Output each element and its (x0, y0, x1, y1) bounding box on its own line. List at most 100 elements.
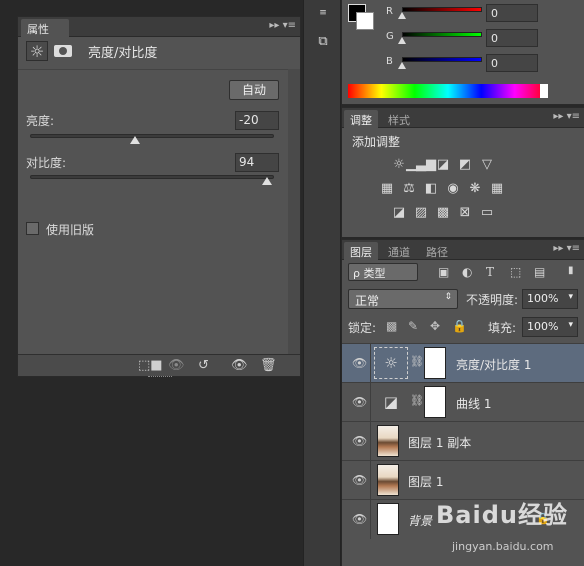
posterize-icon[interactable]: ▨ (412, 204, 430, 220)
reset-icon[interactable]: ↺ (198, 358, 209, 373)
gradient-map-icon[interactable]: ▭ (478, 204, 496, 220)
trash-icon[interactable]: 🗑 (260, 358, 277, 373)
layer-mask-thumbnail[interactable] (424, 347, 446, 379)
contrast-slider-thumb[interactable] (261, 177, 272, 185)
layer-row[interactable]: 👁 ◪ ⛓ 曲线 1 (342, 382, 584, 422)
channel-r-field[interactable]: 0 (486, 4, 538, 22)
properties-scrollbar[interactable] (288, 69, 300, 354)
channel-mixer-icon[interactable]: ❋ (466, 180, 484, 196)
properties-header: ☼ 亮度/对比度 (26, 40, 157, 62)
color-lookup-icon[interactable]: ▦ (488, 180, 506, 196)
channel-g-field[interactable]: 0 (486, 29, 538, 47)
layer-name[interactable]: 背景 (408, 512, 432, 529)
channel-g-label: G (386, 31, 394, 42)
layer-mask-thumbnail[interactable] (424, 386, 446, 418)
contrast-slider[interactable] (30, 175, 274, 179)
lock-image-icon[interactable]: ✎ (408, 319, 418, 333)
lock-label: 锁定: (348, 321, 377, 335)
layer-name[interactable]: 曲线 1 (456, 395, 491, 412)
layer-thumbnail[interactable] (377, 425, 399, 457)
layer-name[interactable]: 图层 1 (408, 473, 443, 490)
filter-toggle-icon[interactable]: ▮ (568, 265, 574, 276)
filter-kind-select[interactable]: ρ 类型 (348, 263, 418, 281)
fill-value: 100% (527, 320, 559, 333)
layer-name[interactable]: 亮度/对比度 1 (456, 356, 532, 373)
black-white-icon[interactable]: ◧ (422, 180, 440, 196)
layer-row[interactable]: 👁 图层 1 副本 (342, 421, 584, 461)
eye-icon[interactable]: 👁 (352, 356, 367, 370)
color-spectrum[interactable] (348, 84, 548, 98)
selective-color-icon[interactable]: ⊠ (456, 204, 474, 220)
channel-b-slider[interactable] (402, 57, 482, 62)
tab-styles[interactable]: 样式 (382, 110, 416, 128)
layer-row[interactable]: 👁 ☼ ⛓ 亮度/对比度 1 (342, 343, 584, 383)
shape-filter-icon[interactable]: ⬚ (510, 265, 521, 279)
hue-saturation-icon[interactable]: ▦ (378, 180, 396, 196)
adjustment-filter-icon[interactable]: ◐ (462, 265, 472, 279)
brightness-contrast-icon[interactable]: ☼ (374, 347, 408, 379)
spectrum-white-black[interactable] (540, 84, 548, 98)
color-balance-icon[interactable]: ⚖ (400, 180, 418, 196)
eye-icon[interactable]: 👁 (352, 395, 367, 409)
curves-icon[interactable]: ◪ (434, 156, 452, 172)
dock-3d-icon[interactable]: ⧉ (310, 30, 336, 52)
opacity-label: 不透明度: (466, 293, 519, 307)
tab-properties[interactable]: 属性 (21, 19, 69, 37)
visibility-icon[interactable]: 👁 (231, 358, 248, 373)
layer-name[interactable]: 图层 1 副本 (408, 434, 471, 451)
mask-icon[interactable] (54, 45, 72, 57)
dock-grip-icon[interactable]: ≡ (310, 2, 336, 24)
layers-tabs: 图层 通道 路径 ▸▸ ▾≡ (342, 240, 584, 260)
chevron-down-icon[interactable]: ▾ (568, 292, 573, 302)
eye-icon[interactable]: 👁 (352, 473, 367, 487)
channel-b-field[interactable]: 0 (486, 54, 538, 72)
chevron-down-icon[interactable]: ▾ (568, 320, 573, 330)
panel-menu-icon[interactable]: ▸▸ ▾≡ (553, 243, 580, 254)
background-color-swatch[interactable] (356, 12, 374, 30)
brightness-slider-thumb[interactable] (129, 136, 140, 144)
eye-icon[interactable]: 👁 (352, 512, 367, 526)
layer-row[interactable]: 👁 图层 1 (342, 460, 584, 500)
clip-to-layer-icon[interactable]: ⬚■ (138, 358, 163, 373)
link-icon[interactable]: ⛓ (410, 355, 424, 368)
smart-object-filter-icon[interactable]: ▤ (534, 265, 545, 279)
vibrance-icon[interactable]: ▽ (478, 156, 496, 172)
opacity-field[interactable]: 100% ▾ (522, 289, 578, 309)
lock-all-icon[interactable]: 🔒 (452, 319, 467, 333)
channel-b-thumb[interactable] (398, 62, 406, 69)
panel-menu-icon[interactable]: ▸▸ ▾≡ (553, 111, 580, 122)
photo-filter-icon[interactable]: ◉ (444, 180, 462, 196)
threshold-icon[interactable]: ▩ (434, 204, 452, 220)
auto-button[interactable]: 自动 (229, 80, 279, 100)
legacy-checkbox[interactable] (26, 222, 39, 235)
lock-position-icon[interactable]: ✥ (430, 319, 440, 333)
tab-layers[interactable]: 图层 (344, 242, 378, 260)
channel-g-slider[interactable] (402, 32, 482, 37)
panel-menu-icon[interactable]: ▸▸ ▾≡ (269, 20, 296, 31)
levels-icon[interactable]: ▁▃▆ (406, 156, 436, 172)
channel-r-thumb[interactable] (398, 12, 406, 19)
blend-mode-select[interactable]: 正常 ⇕ (348, 289, 458, 309)
invert-icon[interactable]: ◪ (390, 204, 408, 220)
view-previous-icon[interactable]: 👁 (168, 358, 185, 373)
curves-icon[interactable]: ◪ (374, 386, 408, 418)
resize-grip[interactable] (148, 376, 172, 380)
pixel-filter-icon[interactable]: ▣ (438, 265, 449, 279)
fill-field[interactable]: 100% ▾ (522, 317, 578, 337)
lock-transparent-icon[interactable]: ▩ (386, 319, 397, 333)
link-icon[interactable]: ⛓ (410, 394, 424, 407)
brightness-field[interactable]: -20 (235, 111, 279, 130)
layer-thumbnail[interactable] (377, 503, 399, 535)
layer-thumbnail[interactable] (377, 464, 399, 496)
tab-paths[interactable]: 路径 (420, 242, 454, 260)
properties-panel: 属性 ▸▸ ▾≡ ☼ 亮度/对比度 自动 亮度: -20 对比度: 94 使用旧… (17, 16, 301, 377)
eye-icon[interactable]: 👁 (352, 434, 367, 448)
tab-channels[interactable]: 通道 (382, 242, 416, 260)
channel-r-slider[interactable] (402, 7, 482, 12)
type-filter-icon[interactable]: T (486, 265, 494, 279)
contrast-field[interactable]: 94 (235, 153, 279, 172)
channel-g-thumb[interactable] (398, 37, 406, 44)
exposure-icon[interactable]: ◩ (456, 156, 474, 172)
tab-adjustments[interactable]: 调整 (344, 110, 378, 128)
brightness-slider[interactable] (30, 134, 274, 138)
